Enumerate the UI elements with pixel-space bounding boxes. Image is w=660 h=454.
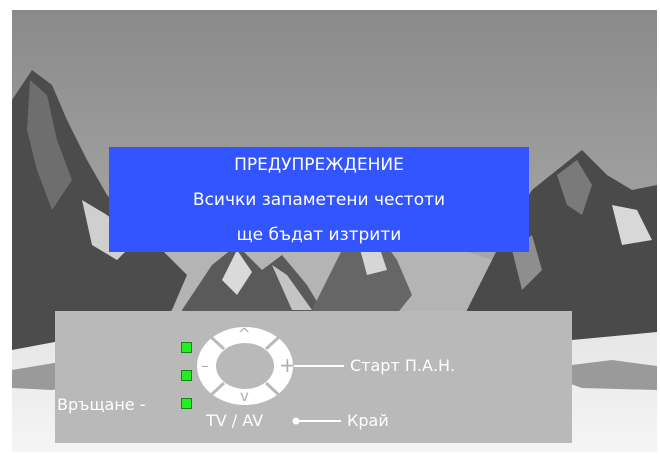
minus-icon[interactable]: – <box>201 357 209 375</box>
plus-icon[interactable]: + <box>279 355 296 375</box>
tv-screen: ПРЕДУПРЕЖДЕНИЕ Всички запаметени честоти… <box>12 10 657 452</box>
warning-message-line2: ще бъдат изтрити <box>236 225 402 245</box>
exit-label: Край <box>347 411 389 430</box>
warning-title: ПРЕДУПРЕЖДЕНИЕ <box>234 155 404 175</box>
warning-dialog: ПРЕДУПРЕЖДЕНИЕ Всички запаметени честоти… <box>109 147 529 252</box>
remote-diagram <box>197 327 344 425</box>
start-auto-tuning-label: Старт П.А.Н. <box>350 356 456 375</box>
down-arrow-icon[interactable]: v <box>240 387 249 405</box>
warning-message-line1: Всички запаметени честоти <box>192 190 446 210</box>
control-panel: ^ v – + Връщане - TV / AV Старт П.А.Н. К… <box>55 311 572 443</box>
up-arrow-icon[interactable]: ^ <box>238 325 251 343</box>
back-label: Връщане - <box>57 395 146 414</box>
tv-av-label: TV / AV <box>206 411 264 430</box>
